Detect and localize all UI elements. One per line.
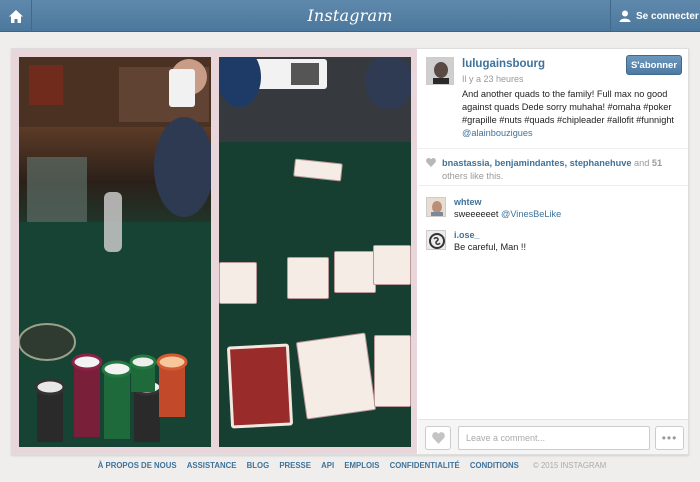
footer-link-privacy[interactable]: CONFIDENTIALITÉ <box>390 461 460 470</box>
likers-list[interactable]: bnastassia, benjamindantes, stephanehuve <box>442 158 631 168</box>
copyright: © 2015 INSTAGRAM <box>533 461 607 470</box>
top-bar: Instagram Se connecter <box>0 0 700 32</box>
card-shape <box>374 335 411 407</box>
comment-bar: ••• <box>418 419 688 454</box>
comment-item: i.ose_ Be careful, Man !! <box>426 230 686 258</box>
post-photo[interactable] <box>12 49 417 454</box>
heart-icon <box>426 158 436 167</box>
author-username[interactable]: lulugainsbourg <box>462 58 545 70</box>
footer-link-api[interactable]: API <box>321 461 334 470</box>
user-icon <box>619 10 631 22</box>
post-time[interactable]: Il y a 23 heures <box>462 74 524 84</box>
comment-text: sweeeeeet @VinesBeLike <box>454 209 561 219</box>
commenter-avatar[interactable] <box>426 230 446 250</box>
likes-count[interactable]: 51 <box>652 158 662 168</box>
likes-suffix: others like this. <box>442 171 504 181</box>
follow-button[interactable]: S'abonner <box>626 55 682 75</box>
likes-and: and <box>634 158 650 168</box>
likes-text: bnastassia, benjamindantes, stephanehuve… <box>442 157 682 183</box>
comment-body: Be careful, Man !! <box>454 242 527 252</box>
commenter-username[interactable]: whtew <box>454 197 482 207</box>
post-card: lulugainsbourg Il y a 23 heures S'abonne… <box>11 48 689 455</box>
footer-link-support[interactable]: ASSISTANCE <box>187 461 237 470</box>
footer-link-press[interactable]: PRESSE <box>279 461 311 470</box>
commenter-avatar[interactable] <box>426 197 446 217</box>
footer-link-terms[interactable]: CONDITIONS <box>470 461 519 470</box>
post-header: lulugainsbourg Il y a 23 heures S'abonne… <box>418 49 688 149</box>
post-caption: And another quads to the family! Full ma… <box>462 88 686 140</box>
more-options-button[interactable]: ••• <box>655 426 684 450</box>
post-sidebar: lulugainsbourg Il y a 23 heures S'abonne… <box>418 49 688 454</box>
footer-link-blog[interactable]: BLOG <box>247 461 270 470</box>
card-shape <box>219 262 257 304</box>
comment-mention[interactable]: @VinesBeLike <box>501 209 561 219</box>
instagram-logo[interactable]: Instagram <box>0 6 700 25</box>
footer-link-about[interactable]: À PROPOS DE NOUS <box>98 461 177 470</box>
caption-mention[interactable]: @alainbouzigues <box>462 127 686 140</box>
card-shape <box>334 251 376 293</box>
footer-link-jobs[interactable]: EMPLOIS <box>344 461 379 470</box>
comment-text: Be careful, Man !! <box>454 242 526 252</box>
sign-in-label: Se connecter <box>636 10 699 22</box>
commenter-username[interactable]: i.ose_ <box>454 230 480 240</box>
heart-icon <box>431 432 445 444</box>
card-shape <box>287 257 329 299</box>
comment-body: sweeeeeet <box>454 209 499 219</box>
caption-text: And another quads to the family! Full ma… <box>462 89 674 125</box>
photo-left-panel <box>19 57 211 447</box>
sign-in-button[interactable]: Se connecter <box>610 0 700 32</box>
comment-item: whtew sweeeeeet @VinesBeLike <box>426 197 686 225</box>
comment-input[interactable] <box>458 426 650 450</box>
card-shape <box>295 332 377 420</box>
page-footer: À PROPOS DE NOUS ASSISTANCE BLOG PRESSE … <box>0 461 700 470</box>
author-avatar[interactable] <box>426 57 454 85</box>
card-back-shape <box>226 343 294 429</box>
likes-row: bnastassia, benjamindantes, stephanehuve… <box>418 150 688 186</box>
photo-right-panel <box>219 57 411 447</box>
card-shape <box>373 245 411 285</box>
like-button[interactable] <box>425 426 451 450</box>
